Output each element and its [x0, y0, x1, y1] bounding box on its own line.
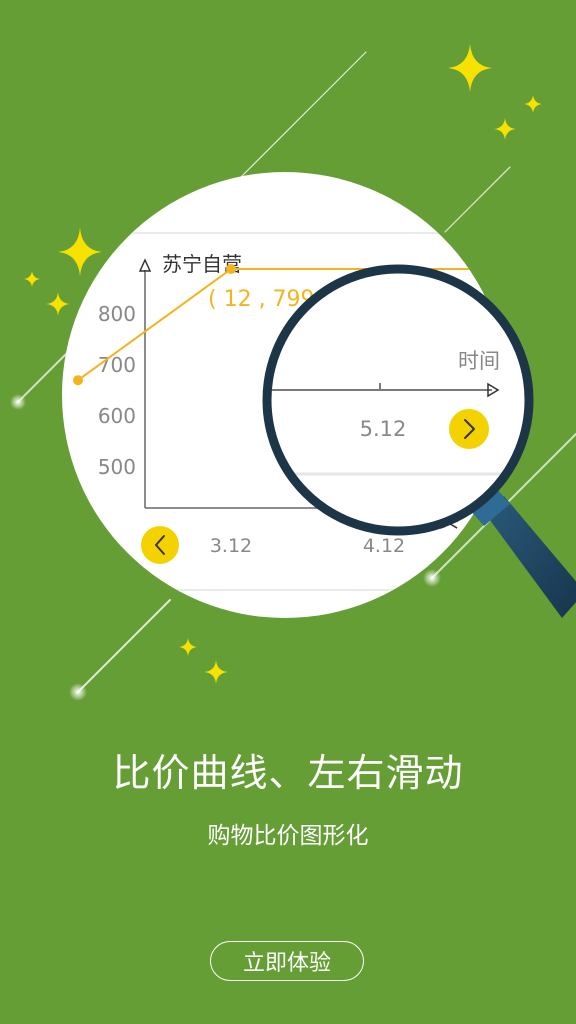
subheadline: 购物比价图形化 — [207, 823, 369, 849]
sparkle-icon — [58, 228, 102, 276]
x-axis-label: 时间 — [458, 349, 500, 373]
x-tick-label: 3.12 — [210, 535, 252, 557]
sparkle-icon — [46, 292, 70, 316]
y-tick-label: 700 — [98, 353, 136, 377]
sparkle-icon — [24, 271, 40, 287]
sparkle-icon — [179, 638, 197, 656]
illustration: 苏宁自营 800 700 600 500 ( 12 , 799 3.12 4.1… — [10, 44, 576, 701]
try-now-button[interactable]: 立即体验 — [210, 941, 364, 981]
sparkle-icon — [524, 95, 542, 113]
y-tick-label: 800 — [98, 302, 136, 326]
prev-button[interactable] — [141, 526, 179, 564]
next-button[interactable] — [449, 409, 489, 449]
sparkle-icon — [204, 660, 228, 684]
data-point — [226, 264, 236, 275]
headline: 比价曲线、左右滑动 — [112, 751, 464, 795]
x-tick-label: 5.12 — [360, 417, 407, 441]
sparkle-icon — [494, 118, 516, 140]
y-tick-label: 500 — [98, 455, 136, 479]
y-tick-label: 600 — [98, 404, 136, 428]
x-tick-label: 4.12 — [363, 535, 405, 557]
sparkle-icon — [448, 44, 492, 92]
data-point — [73, 375, 83, 386]
splash-screen: 苏宁自营 800 700 600 500 ( 12 , 799 3.12 4.1… — [0, 0, 576, 1024]
